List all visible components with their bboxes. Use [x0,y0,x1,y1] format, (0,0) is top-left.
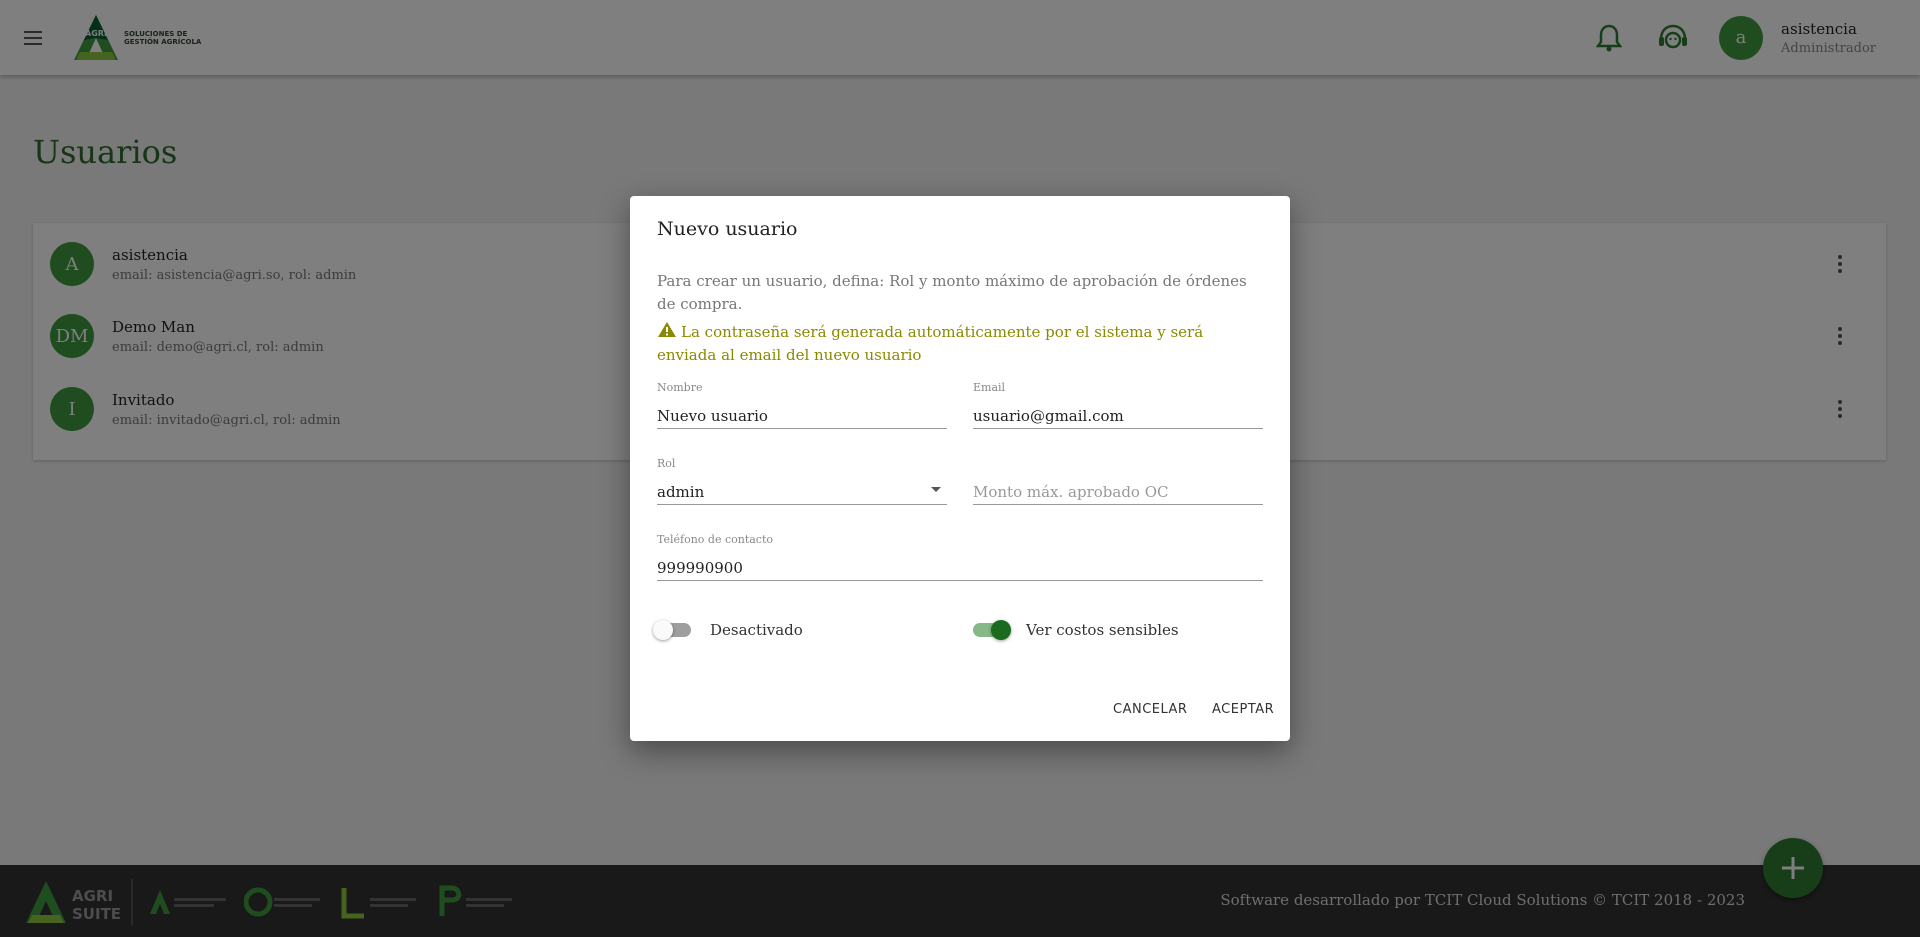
phone-input[interactable] [657,559,1263,577]
dialog-title: Nuevo usuario [657,218,798,240]
email-field[interactable]: Email [973,381,1263,429]
email-field-label: Email [973,381,1006,394]
new-user-dialog: Nuevo usuario Para crear un usuario, def… [630,196,1290,741]
email-input[interactable] [973,407,1263,425]
role-select[interactable]: Rol [657,457,947,505]
sensitive-costs-toggle-thumb[interactable] [991,620,1011,640]
role-input[interactable] [657,483,947,501]
dialog-info-text: Para crear un usuario, defina: Rol y mon… [657,272,1247,313]
active-toggle[interactable]: Desactivado [653,620,803,640]
phone-field-label: Teléfono de contacto [657,533,774,546]
arrow-drop-down-icon[interactable] [931,487,941,492]
name-input[interactable] [657,407,947,425]
max-amount-input[interactable] [973,483,1263,501]
cancel-button[interactable]: CANCELAR [1113,702,1187,717]
name-field[interactable]: Nombre [657,381,947,429]
accept-button[interactable]: ACEPTAR [1212,702,1274,717]
sensitive-costs-toggle[interactable]: Ver costos sensibles [973,620,1179,640]
active-toggle-label: Desactivado [710,621,803,639]
role-field-label: Rol [657,457,676,470]
active-toggle-track[interactable] [653,620,691,640]
sensitive-costs-toggle-label: Ver costos sensibles [1026,621,1179,639]
max-amount-field[interactable] [973,457,1263,505]
sensitive-costs-toggle-track[interactable] [973,620,1011,640]
warning-text: La contraseña será generada automáticame… [657,323,1204,364]
warning-icon [658,322,676,337]
password-warning: La contraseña será generada automáticame… [657,321,1257,367]
phone-field[interactable]: Teléfono de contacto [657,533,1263,581]
active-toggle-thumb[interactable] [653,620,673,640]
name-field-label: Nombre [657,381,703,394]
